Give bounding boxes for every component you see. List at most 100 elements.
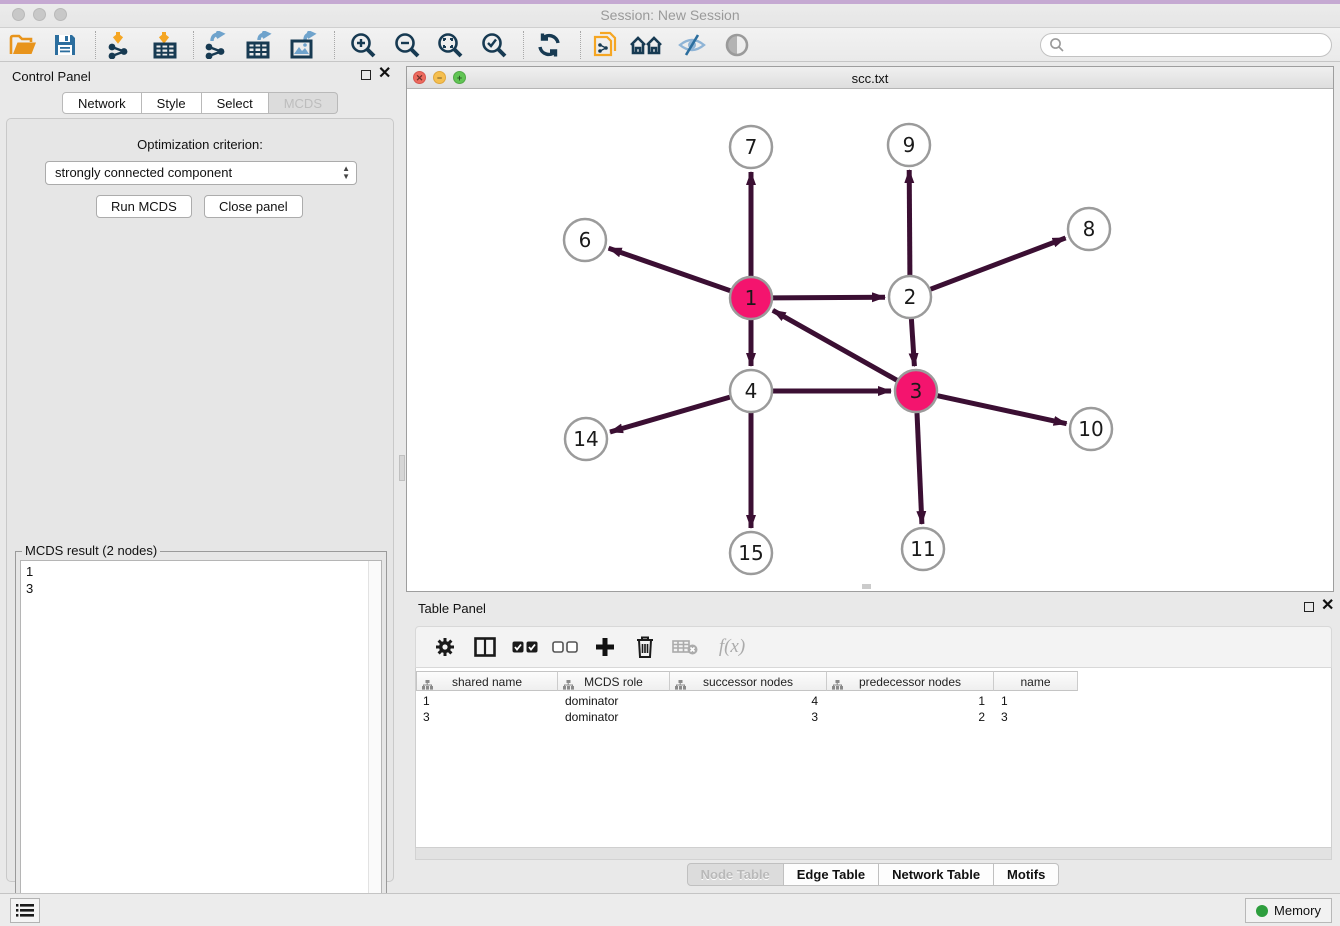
search-field[interactable]	[1040, 33, 1332, 57]
cell-successor-nodes[interactable]: 3	[670, 709, 827, 725]
column-header-predecessor-nodes[interactable]: predecessor nodes	[827, 671, 994, 691]
mcds-result-legend: MCDS result (2 nodes)	[22, 543, 160, 558]
add-column-icon[interactable]	[592, 634, 618, 660]
column-header-successor-nodes[interactable]: successor nodes	[670, 671, 827, 691]
export-image-icon[interactable]	[287, 29, 321, 61]
table-row[interactable]: 3dominator323	[416, 709, 1078, 725]
task-history-button[interactable]	[10, 898, 40, 923]
graph-node-11[interactable]: 11	[902, 528, 944, 570]
column-header-shared-name[interactable]: shared name	[416, 671, 558, 691]
save-session-icon[interactable]	[48, 29, 82, 61]
cell-MCDS-role[interactable]: dominator	[558, 693, 670, 709]
graph-node-4[interactable]: 4	[730, 370, 772, 412]
column-header-name[interactable]: name	[994, 671, 1078, 691]
cell-predecessor-nodes[interactable]: 2	[827, 709, 994, 725]
graph-node-14[interactable]: 14	[565, 418, 607, 460]
refresh-icon[interactable]	[532, 29, 566, 61]
float-panel-icon[interactable]	[361, 70, 371, 80]
delete-column-icon[interactable]	[632, 634, 658, 660]
graph-edge-3-10[interactable]	[938, 396, 1067, 424]
network-window-titlebar[interactable]: ✕ − + scc.txt	[407, 67, 1333, 89]
mcds-result-text: 1 3	[26, 563, 365, 597]
graph-edge-1-2[interactable]	[773, 297, 885, 298]
cell-shared-name[interactable]: 1	[416, 693, 558, 709]
splitter-handle[interactable]	[399, 455, 405, 481]
float-table-panel-icon[interactable]	[1304, 602, 1314, 612]
cell-MCDS-role[interactable]: dominator	[558, 709, 670, 725]
graph-edge-4-14[interactable]	[610, 397, 730, 432]
table-tab-edge-table[interactable]: Edge Table	[784, 863, 879, 886]
graph-node-10[interactable]: 10	[1070, 408, 1112, 450]
control-tab-style[interactable]: Style	[142, 92, 202, 114]
criterion-value: strongly connected component	[55, 165, 232, 180]
close-panel-button[interactable]: Close panel	[204, 195, 303, 218]
criterion-dropdown[interactable]: strongly connected component ▲▼	[45, 161, 357, 185]
search-input[interactable]	[1065, 35, 1331, 55]
graph-node-3[interactable]: 3	[895, 370, 937, 412]
control-tab-mcds[interactable]: MCDS	[269, 92, 338, 114]
cell-shared-name[interactable]: 3	[416, 709, 558, 725]
toolbar-separator	[523, 31, 524, 59]
control-tab-select[interactable]: Select	[202, 92, 269, 114]
svg-text:7: 7	[745, 135, 758, 159]
svg-text:4: 4	[745, 379, 758, 403]
export-table-icon[interactable]	[243, 29, 277, 61]
graph-edge-2-8[interactable]	[931, 238, 1066, 289]
close-table-panel-icon[interactable]: ✕	[1321, 597, 1334, 615]
table-tab-motifs[interactable]: Motifs	[994, 863, 1059, 886]
cell-predecessor-nodes[interactable]: 1	[827, 693, 994, 709]
run-mcds-button[interactable]: Run MCDS	[96, 195, 192, 218]
zoom-out-icon[interactable]	[389, 29, 423, 61]
graph-node-8[interactable]: 8	[1068, 208, 1110, 250]
graph-node-15[interactable]: 15	[730, 532, 772, 574]
graph-node-1[interactable]: 1	[730, 277, 772, 319]
cell-successor-nodes[interactable]: 4	[670, 693, 827, 709]
import-network-icon[interactable]	[102, 29, 136, 61]
mcds-result-box: MCDS result (2 nodes) 1 3	[15, 551, 387, 926]
application-window: Session: New Session	[0, 0, 1340, 926]
graph-node-6[interactable]: 6	[564, 219, 606, 261]
close-panel-icon[interactable]: ✕	[378, 65, 391, 83]
table-tab-node-table[interactable]: Node Table	[687, 863, 784, 886]
select-all-checkboxes-icon[interactable]	[512, 634, 538, 660]
graph-edge-1-6[interactable]	[609, 248, 731, 291]
open-file-icon[interactable]	[6, 29, 40, 61]
graph-edge-2-3[interactable]	[911, 319, 914, 366]
window-title: Session: New Session	[0, 7, 1340, 23]
svg-text:1: 1	[745, 286, 758, 310]
hide-selected-icon[interactable]	[675, 29, 709, 61]
canvas-scrollbar-hint[interactable]	[862, 584, 871, 589]
graph-node-2[interactable]: 2	[889, 276, 931, 318]
control-tab-network[interactable]: Network	[62, 92, 142, 114]
column-header-MCDS-role[interactable]: MCDS role	[558, 671, 670, 691]
mcds-result-area[interactable]: 1 3	[20, 560, 382, 926]
export-network-icon[interactable]	[200, 29, 234, 61]
first-neighbors-icon[interactable]	[629, 29, 663, 61]
memory-button[interactable]: Memory	[1245, 898, 1332, 923]
deselect-all-checkboxes-icon[interactable]	[552, 634, 578, 660]
split-columns-icon[interactable]	[472, 634, 498, 660]
dropdown-stepper-icon: ▲▼	[342, 165, 350, 181]
node-table[interactable]: shared nameMCDS rolesuccessor nodesprede…	[415, 668, 1332, 848]
result-scrollbar[interactable]	[368, 561, 381, 925]
import-table-icon[interactable]	[148, 29, 182, 61]
cell-name[interactable]: 1	[994, 693, 1078, 709]
graph-edge-2-9[interactable]	[909, 170, 910, 275]
cell-name[interactable]: 3	[994, 709, 1078, 725]
graph-edge-3-1[interactable]	[773, 310, 897, 380]
show-all-icon[interactable]	[720, 29, 754, 61]
svg-text:8: 8	[1083, 217, 1096, 241]
graph-edge-3-11[interactable]	[917, 413, 922, 524]
function-builder-icon[interactable]: f(x)	[712, 634, 752, 660]
zoom-selected-icon[interactable]	[476, 29, 510, 61]
table-tab-network-table[interactable]: Network Table	[879, 863, 994, 886]
delete-table-icon[interactable]	[672, 634, 698, 660]
table-row[interactable]: 1dominator411	[416, 693, 1078, 709]
settings-gear-icon[interactable]	[432, 634, 458, 660]
graph-node-9[interactable]: 9	[888, 124, 930, 166]
clone-network-icon[interactable]	[588, 29, 622, 61]
zoom-fit-icon[interactable]	[432, 29, 466, 61]
zoom-in-icon[interactable]	[345, 29, 379, 61]
graph-node-7[interactable]: 7	[730, 126, 772, 168]
network-canvas[interactable]: 1 2 3 4 6 7 8 9 10 11 14 15	[407, 89, 1333, 591]
